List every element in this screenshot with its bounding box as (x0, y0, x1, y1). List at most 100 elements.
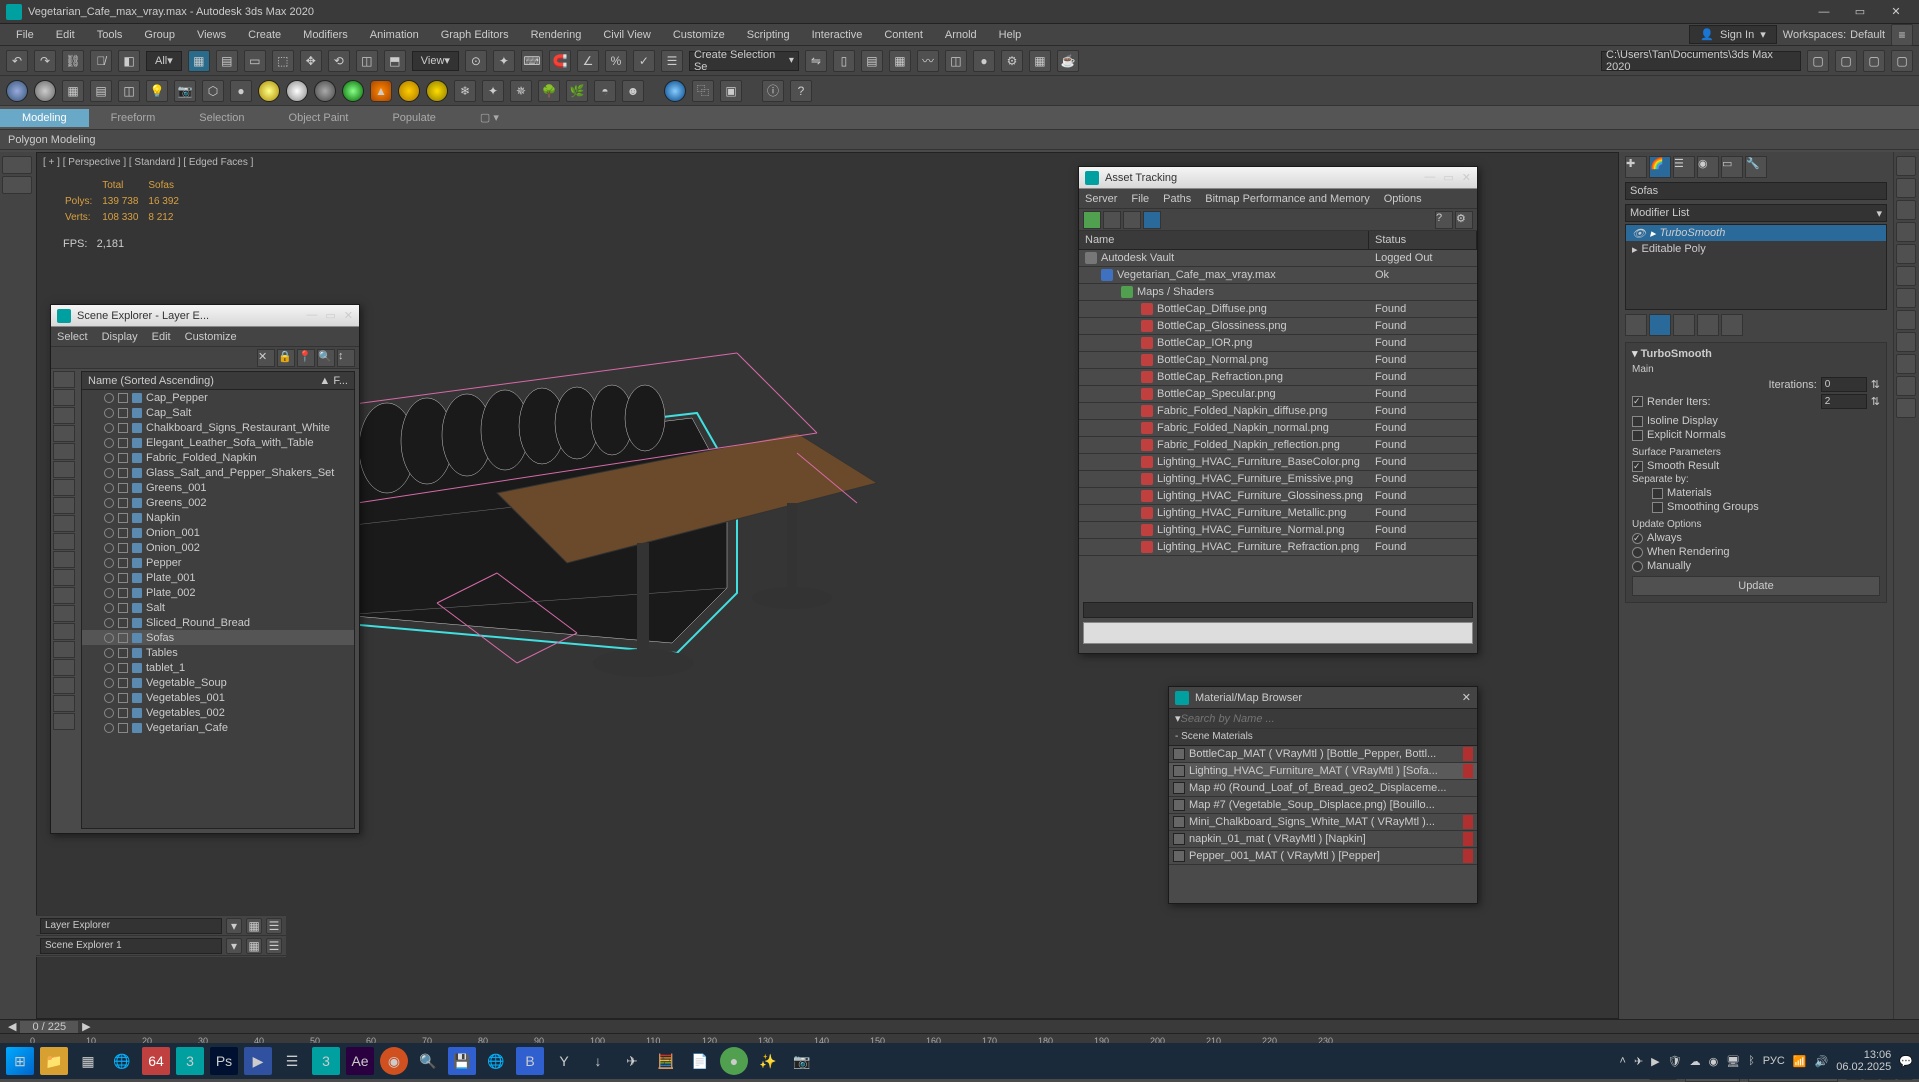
se-pin-icon[interactable]: 📍 (297, 349, 315, 367)
face-icon[interactable]: ☻ (622, 80, 644, 102)
select-name-icon[interactable]: ▤ (216, 50, 238, 72)
right-tool-icon[interactable] (1896, 178, 1916, 198)
3dsmax-icon[interactable]: 3 (176, 1047, 204, 1075)
search-icon[interactable]: 🔍 (414, 1047, 442, 1075)
telegram-icon[interactable]: ✈ (618, 1047, 646, 1075)
scene-item[interactable]: Onion_002 (82, 540, 354, 555)
right-tool-icon[interactable] (1896, 244, 1916, 264)
particles-icon[interactable]: ✦ (482, 80, 504, 102)
modifier-stack[interactable]: 👁▸ TurboSmooth ▸ Editable Poly (1625, 224, 1887, 310)
se-filter-icon[interactable] (53, 551, 75, 568)
modify-tab-icon[interactable]: 🌈 (1649, 156, 1671, 178)
app-icon[interactable]: ☰ (278, 1047, 306, 1075)
3dsmax2-icon[interactable]: 3 (312, 1047, 340, 1075)
shaded-icon[interactable]: ● (230, 80, 252, 102)
asset-row[interactable]: Lighting_HVAC_Furniture_Normal.pngFound (1079, 522, 1477, 539)
window-crossing-icon[interactable]: ⬚ (272, 50, 294, 72)
light-icon[interactable]: 💡 (146, 80, 168, 102)
menu-edit[interactable]: Edit (46, 27, 85, 43)
taskview-icon[interactable]: ▦ (74, 1047, 102, 1075)
sep-materials-check[interactable] (1652, 488, 1663, 499)
app-icon[interactable]: ✨ (754, 1047, 782, 1075)
minimize-button[interactable]: — (1807, 2, 1841, 22)
snap-icon[interactable]: 🧲 (549, 50, 571, 72)
spinner-arrows-icon[interactable]: ⇅ (1871, 395, 1880, 408)
named-selection-dropdown[interactable]: Create Selection Se ▾ (689, 51, 799, 71)
sphere-blue-icon[interactable] (664, 80, 686, 102)
camera-icon[interactable]: 📷 (174, 80, 196, 102)
motion-tab-icon[interactable]: ◉ (1697, 156, 1719, 178)
strip-menu-icon[interactable]: ▾ (226, 938, 242, 954)
strip-btn-icon[interactable]: ▦ (246, 938, 262, 954)
visibility-icon[interactable] (104, 678, 114, 688)
mirror-icon[interactable]: ⇋ (805, 50, 827, 72)
at-col-name[interactable]: Name (1079, 231, 1369, 249)
visibility-icon[interactable] (104, 498, 114, 508)
scene-explorer-panel[interactable]: Scene Explorer - Layer E... —▭✕ Select D… (50, 304, 360, 834)
iterations-spinner[interactable] (1821, 377, 1867, 392)
se-filter-icon[interactable] (53, 389, 75, 406)
ribbon-objectpaint[interactable]: Object Paint (267, 109, 371, 127)
visibility-icon[interactable] (104, 618, 114, 628)
at-refresh-icon[interactable] (1083, 211, 1101, 229)
help-icon[interactable]: ? (790, 80, 812, 102)
right-tool-icon[interactable] (1896, 398, 1916, 418)
app-icon[interactable]: ● (720, 1047, 748, 1075)
se-filter-icon[interactable] (53, 425, 75, 442)
freeze-icon[interactable] (118, 468, 128, 478)
viewport-label[interactable]: [ + ] [ Perspective ] [ Standard ] [ Edg… (43, 157, 253, 168)
layer-explorer-input[interactable] (40, 918, 222, 934)
freeze-icon[interactable] (118, 498, 128, 508)
manipulate-icon[interactable]: ✦ (493, 50, 515, 72)
asset-row[interactable]: BottleCap_IOR.pngFound (1079, 335, 1477, 352)
percent-snap-icon[interactable]: % (605, 50, 627, 72)
freeze-icon[interactable] (118, 573, 128, 583)
tray-telegram-icon[interactable]: ✈ (1634, 1055, 1643, 1068)
start-button[interactable]: ⊞ (6, 1047, 34, 1075)
freeze-icon[interactable] (118, 438, 128, 448)
se-filter-icon[interactable] (53, 713, 75, 730)
scale-icon[interactable]: ◫ (356, 50, 378, 72)
strip-menu-icon[interactable]: ▾ (226, 918, 242, 934)
se-menu-edit[interactable]: Edit (152, 331, 171, 343)
asset-row[interactable]: Fabric_Folded_Napkin_diffuse.pngFound (1079, 403, 1477, 420)
render-iters-check[interactable] (1632, 396, 1643, 407)
update-always-radio[interactable] (1632, 533, 1643, 544)
sphere-white-icon[interactable] (286, 80, 308, 102)
freeze-icon[interactable] (118, 618, 128, 628)
display-tab-icon[interactable]: ▭ (1721, 156, 1743, 178)
visibility-icon[interactable] (104, 588, 114, 598)
se-filter-icon[interactable] (53, 371, 75, 388)
create-tab-icon[interactable]: ✚ (1625, 156, 1647, 178)
close-button[interactable]: ✕ (1879, 2, 1913, 22)
at-menu-server[interactable]: Server (1085, 193, 1117, 205)
se-filter-icon[interactable] (53, 569, 75, 586)
scene-item[interactable]: Vegetarian_Cafe (82, 720, 354, 735)
close-icon[interactable]: ✕ (1462, 171, 1471, 184)
asset-row[interactable]: BottleCap_Diffuse.pngFound (1079, 301, 1477, 318)
freeze-icon[interactable] (118, 633, 128, 643)
tray-youtube-icon[interactable]: ▶ (1651, 1055, 1659, 1068)
yandex-icon[interactable]: Y (550, 1047, 578, 1075)
scene-item[interactable]: Plate_001 (82, 570, 354, 585)
se-filter-icon[interactable] (53, 443, 75, 460)
material-row[interactable]: Map #0 (Round_Loaf_of_Bread_geo2_Displac… (1169, 780, 1477, 797)
scene-item[interactable]: Onion_001 (82, 525, 354, 540)
se-filter-icon[interactable] (53, 515, 75, 532)
right-tool-icon[interactable] (1896, 332, 1916, 352)
material-list[interactable]: BottleCap_MAT ( VRayMtl ) [Bottle_Pepper… (1169, 746, 1477, 865)
scene-item[interactable]: Fabric_Folded_Napkin (82, 450, 354, 465)
freeze-icon[interactable] (118, 453, 128, 463)
align-icon[interactable]: ▯ (833, 50, 855, 72)
asset-grid-body[interactable]: Autodesk VaultLogged OutVegetarian_Cafe_… (1079, 250, 1477, 600)
asset-row[interactable]: Autodesk VaultLogged Out (1079, 250, 1477, 267)
freeze-icon[interactable] (118, 678, 128, 688)
menu-tools[interactable]: Tools (87, 27, 133, 43)
tray-up-icon[interactable]: ˄ (1620, 1055, 1626, 1067)
tray-monitor-icon[interactable]: 🖥 (1726, 1055, 1740, 1068)
remove-mod-icon[interactable] (1697, 314, 1719, 336)
visibility-icon[interactable] (104, 483, 114, 493)
menu-animation[interactable]: Animation (360, 27, 429, 43)
signin-button[interactable]: 👤 Sign In ▾ (1689, 25, 1776, 44)
app-icon[interactable]: ▶ (244, 1047, 272, 1075)
